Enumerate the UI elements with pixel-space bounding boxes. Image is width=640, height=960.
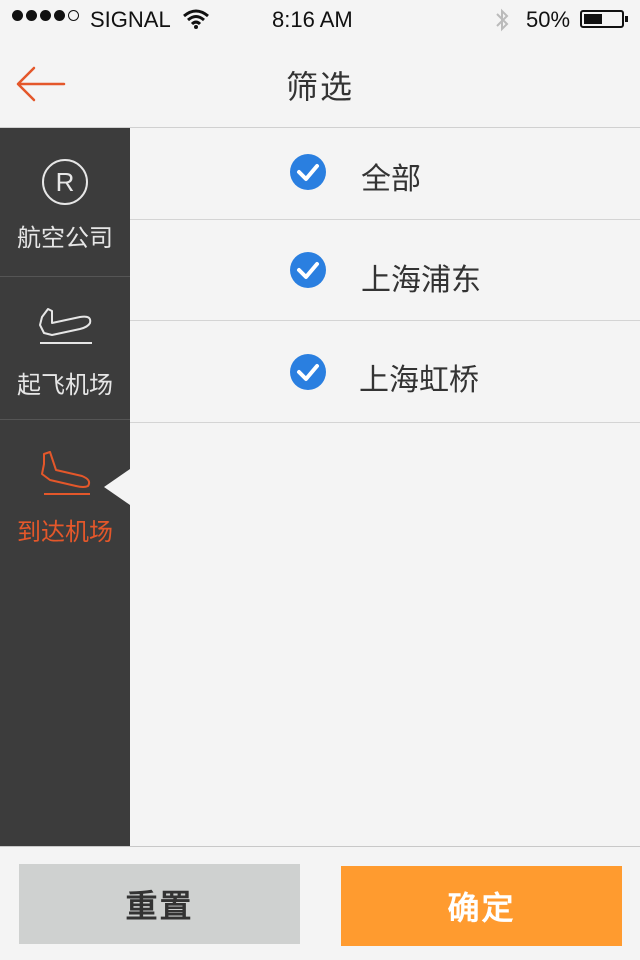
- sidebar-item-label: 到达机场: [17, 518, 113, 546]
- sidebar-item-departure-airport[interactable]: 起飞机场: [0, 277, 130, 420]
- reset-button[interactable]: 重置: [19, 864, 300, 944]
- option-label: 全部: [361, 162, 421, 197]
- bluetooth-icon: [496, 8, 509, 32]
- svg-text:R: R: [56, 167, 75, 197]
- clock: 8:16 AM: [272, 7, 353, 32]
- option-label: 上海浦东: [361, 263, 481, 298]
- nav-header: 筛选: [0, 40, 640, 128]
- option-label: 上海虹桥: [359, 363, 479, 398]
- confirm-button[interactable]: 确定: [341, 866, 622, 946]
- signal-strength-icon: [12, 10, 82, 21]
- registered-icon: R: [42, 159, 88, 205]
- battery-icon: [580, 10, 628, 28]
- checkmark-icon: [290, 354, 326, 390]
- page-title: 筛选: [285, 68, 354, 106]
- bottom-action-bar: 重置 确定: [0, 846, 640, 960]
- wifi-icon: [183, 9, 209, 29]
- checkmark-icon: [290, 252, 326, 288]
- battery-percentage: 50%: [526, 7, 571, 32]
- sidebar-item-label: 起飞机场: [17, 371, 113, 399]
- status-bar: SIGNAL 8:16 AM 50%: [0, 0, 640, 40]
- sidebar-item-label: 航空公司: [17, 224, 113, 252]
- option-row-all[interactable]: 全部: [130, 128, 640, 220]
- option-row-pudong[interactable]: 上海浦东: [130, 220, 640, 321]
- airport-options-list: 全部 上海浦东 上海虹桥: [130, 128, 640, 423]
- carrier-name: SIGNAL: [90, 7, 171, 32]
- departure-plane-icon: [39, 308, 92, 344]
- checkmark-icon: [290, 154, 326, 190]
- active-category-pointer: [104, 469, 130, 505]
- option-row-hongqiao[interactable]: 上海虹桥: [130, 321, 640, 423]
- sidebar-item-airline[interactable]: R 航空公司: [0, 128, 130, 277]
